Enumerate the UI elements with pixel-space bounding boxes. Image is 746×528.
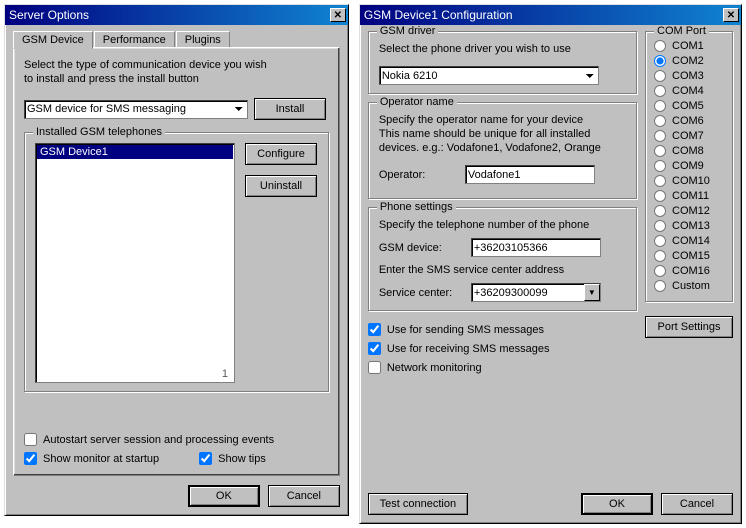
tab-plugins[interactable]: Plugins — [176, 31, 230, 48]
show-monitor-checkbox[interactable]: Show monitor at startup — [24, 452, 159, 465]
phone-driver-select[interactable]: Nokia 6210 — [379, 66, 599, 85]
com-port-group-label: COM Port — [654, 25, 709, 37]
ok-button[interactable]: OK — [188, 485, 260, 507]
com-port-radio-com4[interactable]: COM4 — [654, 85, 726, 97]
list-item[interactable]: GSM Device1 — [37, 145, 233, 159]
close-icon[interactable]: ✕ — [723, 8, 739, 22]
test-connection-button[interactable]: Test connection — [368, 493, 468, 515]
operator-input[interactable] — [465, 165, 595, 184]
network-monitoring-checkbox[interactable]: Network monitoring — [368, 361, 637, 374]
ok-button[interactable]: OK — [581, 493, 653, 515]
device-type-select[interactable]: GSM device for SMS messaging — [24, 100, 248, 119]
com-port-radio-com12[interactable]: COM12 — [654, 205, 726, 217]
show-tips-checkbox[interactable]: Show tips — [199, 452, 266, 465]
gsm-device-config-window: GSM Device1 Configuration ✕ GSM driver S… — [359, 4, 742, 524]
operator-label: Operator: — [379, 168, 459, 182]
service-center-input[interactable] — [471, 283, 601, 302]
com-port-radio-com7[interactable]: COM7 — [654, 130, 726, 142]
com-port-list: COM1 COM2 COM3 COM4 COM5 COM6 COM7 COM8 COM9 COM1… — [654, 40, 726, 292]
phone-settings-group-label: Phone settings — [377, 201, 456, 213]
use-receiving-checkbox[interactable]: Use for receiving SMS messages — [368, 342, 637, 355]
titlebar[interactable]: Server Options ✕ — [5, 5, 348, 25]
close-icon[interactable]: ✕ — [330, 8, 346, 22]
phone-text2: Enter the SMS service center address — [379, 263, 626, 277]
titlebar[interactable]: GSM Device1 Configuration ✕ — [360, 5, 741, 25]
com-port-radio-custom[interactable]: Custom — [654, 280, 726, 292]
com-port-radio-com1[interactable]: COM1 — [654, 40, 726, 52]
com-port-radio-com13[interactable]: COM13 — [654, 220, 726, 232]
tab-gsm-device[interactable]: GSM Device — [13, 31, 93, 49]
installed-listbox[interactable]: GSM Device1 1 — [35, 143, 235, 383]
com-port-radio-com5[interactable]: COM5 — [654, 100, 726, 112]
cancel-button[interactable]: Cancel — [268, 485, 340, 507]
window-title: GSM Device1 Configuration — [364, 8, 513, 22]
com-port-radio-com3[interactable]: COM3 — [654, 70, 726, 82]
gsm-driver-group-label: GSM driver — [377, 25, 439, 37]
tabstrip: GSM Device Performance Plugins — [13, 31, 340, 48]
gsm-device-input[interactable] — [471, 238, 601, 257]
driver-text: Select the phone driver you wish to use — [379, 42, 626, 56]
window-title: Server Options — [9, 8, 89, 22]
operator-group-label: Operator name — [377, 96, 457, 108]
port-settings-button[interactable]: Port Settings — [645, 316, 733, 338]
service-center-label: Service center: — [379, 286, 465, 300]
gsm-device-label: GSM device: — [379, 241, 465, 255]
com-port-radio-com15[interactable]: COM15 — [654, 250, 726, 262]
com-port-radio-com10[interactable]: COM10 — [654, 175, 726, 187]
com-port-radio-com2[interactable]: COM2 — [654, 55, 726, 67]
com-port-radio-com11[interactable]: COM11 — [654, 190, 726, 202]
uninstall-button[interactable]: Uninstall — [245, 175, 317, 197]
com-port-radio-com16[interactable]: COM16 — [654, 265, 726, 277]
phone-text1: Specify the telephone number of the phon… — [379, 218, 626, 232]
chevron-down-icon[interactable]: ▼ — [584, 284, 600, 301]
install-button[interactable]: Install — [254, 98, 326, 120]
intro-text: Select the type of communication device … — [24, 58, 329, 86]
installed-group-label: Installed GSM telephones — [33, 126, 165, 138]
use-sending-checkbox[interactable]: Use for sending SMS messages — [368, 323, 637, 336]
page-indicator: 1 — [222, 368, 228, 380]
tab-performance[interactable]: Performance — [94, 31, 175, 48]
configure-button[interactable]: Configure — [245, 143, 317, 165]
autostart-checkbox[interactable]: Autostart server session and processing … — [24, 433, 329, 446]
com-port-radio-com6[interactable]: COM6 — [654, 115, 726, 127]
server-options-window: Server Options ✕ GSM Device Performance … — [4, 4, 349, 516]
com-port-radio-com8[interactable]: COM8 — [654, 145, 726, 157]
com-port-radio-com9[interactable]: COM9 — [654, 160, 726, 172]
operator-text: Specify the operator name for your devic… — [379, 113, 626, 155]
cancel-button[interactable]: Cancel — [661, 493, 733, 515]
com-port-radio-com14[interactable]: COM14 — [654, 235, 726, 247]
